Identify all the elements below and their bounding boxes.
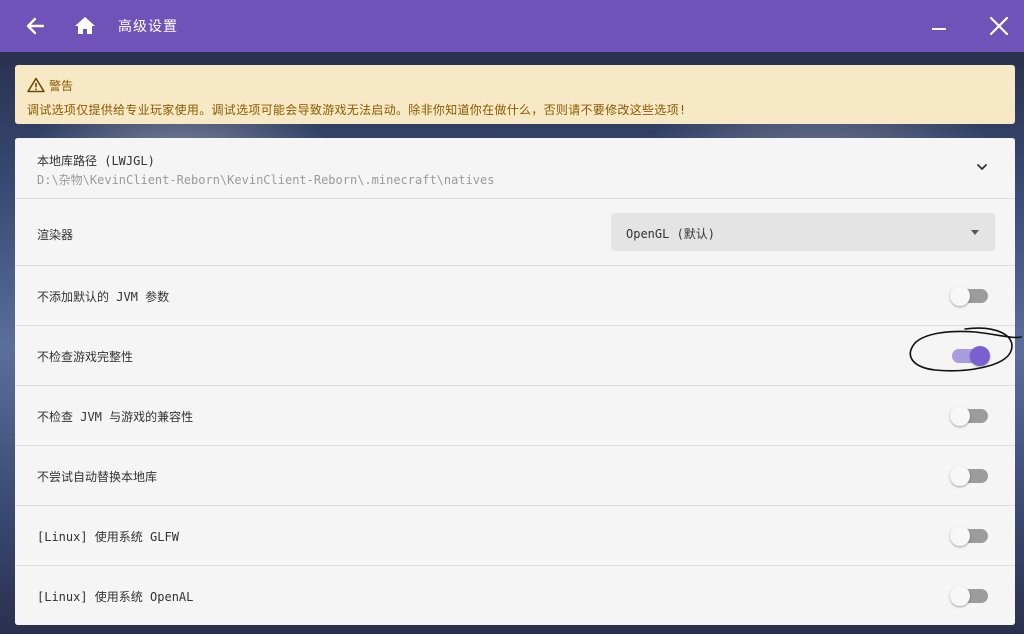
warning-title: 警告 [49, 78, 74, 93]
title-bar: 高级设置 [0, 0, 1024, 52]
toggle-row: 不检查游戏完整性 [15, 326, 1015, 386]
toggle-row: 不检查 JVM 与游戏的兼容性 [15, 386, 1015, 446]
warning-banner: 警告 调试选项仅提供给专业玩家使用。调试选项可能会导致游戏无法启动。除非你知道你… [15, 65, 1015, 124]
toggle-switch[interactable] [950, 406, 988, 426]
settings-panel: 本地库路径 (LWJGL) D:\杂物\KevinClient-Reborn\K… [15, 138, 1015, 625]
toggle-knob [950, 286, 970, 306]
native-path-label: 本地库路径 (LWJGL) [37, 154, 155, 168]
close-button[interactable] [976, 0, 1022, 52]
home-button[interactable] [62, 0, 108, 52]
warning-text: 调试选项仅提供给专业玩家使用。调试选项可能会导致游戏无法启动。除非你知道你在做什… [27, 103, 687, 117]
arrow-left-icon [26, 17, 45, 35]
toggle-switch[interactable] [952, 346, 990, 366]
toggle-row: 不尝试自动替换本地库 [15, 446, 1015, 506]
renderer-selected-value: OpenGL (默认) [626, 227, 716, 241]
toggle-label: [Linux] 使用系统 GLFW [37, 530, 179, 544]
renderer-label: 渲染器 [37, 228, 74, 242]
close-icon [989, 16, 1009, 36]
toggle-label: 不检查游戏完整性 [37, 350, 134, 364]
toggle-label: [Linux] 使用系统 OpenAL [37, 590, 194, 604]
toggle-knob [950, 466, 970, 486]
toggle-switch[interactable] [950, 466, 988, 486]
toggle-row: [Linux] 使用系统 OpenAL [15, 566, 1015, 625]
toggle-knob [970, 346, 990, 366]
page-title: 高级设置 [118, 19, 178, 35]
toggle-label: 不尝试自动替换本地库 [37, 470, 158, 484]
back-button[interactable] [12, 0, 58, 52]
warning-triangle-icon [27, 77, 45, 93]
native-path-value: D:\杂物\KevinClient-Reborn\KevinClient-Reb… [37, 173, 495, 187]
toggle-label: 不添加默认的 JVM 参数 [37, 290, 170, 304]
native-path-row[interactable]: 本地库路径 (LWJGL) D:\杂物\KevinClient-Reborn\K… [15, 138, 1015, 199]
renderer-select[interactable]: OpenGL (默认) [611, 213, 995, 251]
dropdown-arrow-icon [971, 230, 979, 235]
chevron-down-icon[interactable] [975, 160, 989, 174]
toggle-knob [950, 406, 970, 426]
toggle-label: 不检查 JVM 与游戏的兼容性 [37, 410, 194, 424]
toggle-switch[interactable] [950, 286, 988, 306]
toggle-knob [950, 526, 970, 546]
minimize-button[interactable] [916, 0, 962, 52]
minimize-icon [932, 28, 946, 30]
toggle-switch[interactable] [950, 586, 988, 606]
toggle-switch[interactable] [950, 526, 988, 546]
toggle-row: [Linux] 使用系统 GLFW [15, 506, 1015, 566]
renderer-row: 渲染器 OpenGL (默认) [15, 199, 1015, 266]
toggle-knob [950, 586, 970, 606]
home-icon [75, 17, 95, 34]
toggle-row: 不添加默认的 JVM 参数 [15, 266, 1015, 326]
